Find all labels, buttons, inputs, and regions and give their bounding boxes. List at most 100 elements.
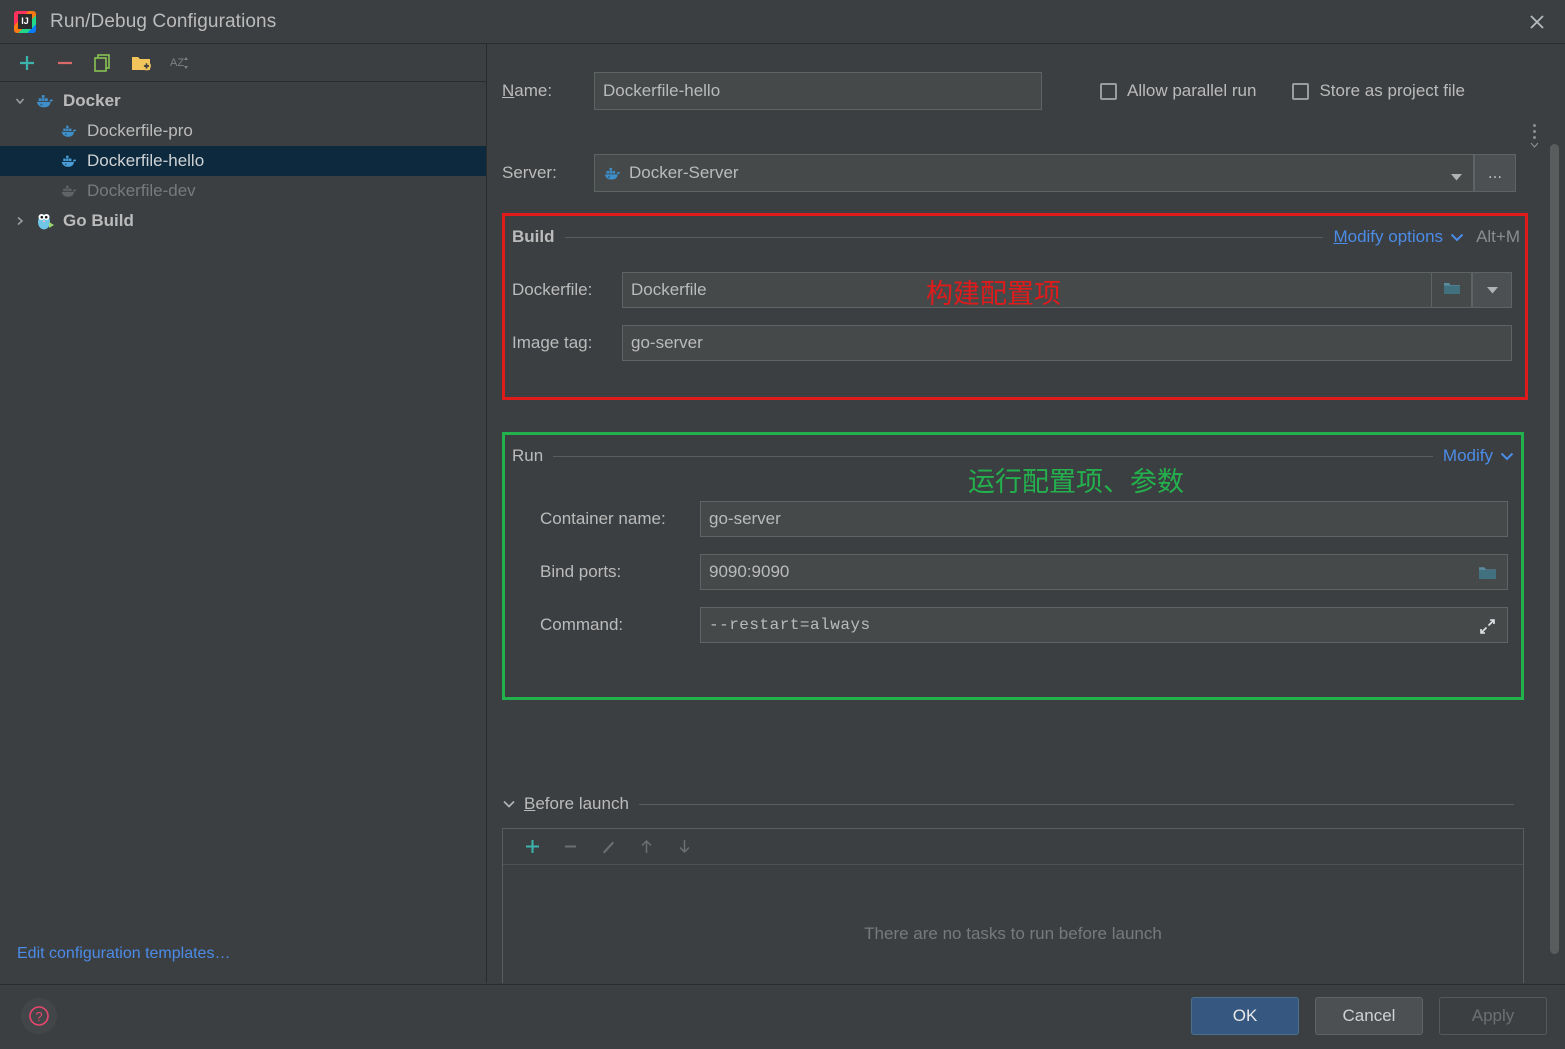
bind-ports-label: Bind ports: bbox=[540, 562, 622, 581]
folder-icon[interactable] bbox=[1478, 564, 1497, 586]
tree-item-dockerfile-pro[interactable]: Dockerfile-pro bbox=[0, 116, 486, 146]
run-debug-configurations-dialog: Run/Debug Configurations bbox=[0, 0, 1565, 1049]
chevron-down-icon[interactable] bbox=[1450, 233, 1464, 242]
command-label: Command: bbox=[540, 615, 624, 634]
image-tag-row: Image tag: go-server bbox=[512, 325, 1512, 361]
bind-ports-value: 9090:9090 bbox=[709, 562, 790, 581]
dialog-buttons: OK Cancel Apply bbox=[1191, 997, 1547, 1035]
edit-configuration-templates-link[interactable]: Edit configuration templates… bbox=[17, 945, 230, 963]
command-input[interactable]: --restart=always bbox=[700, 607, 1508, 643]
tree-item-label: Dockerfile-hello bbox=[87, 151, 205, 170]
modify-options-shortcut: Alt+M bbox=[1476, 227, 1520, 246]
move-task-up-button bbox=[627, 831, 665, 863]
configuration-editor-panel: Name: Dockerfile-hello Allow parallel ru… bbox=[488, 44, 1565, 983]
run-section-title: Run bbox=[512, 446, 544, 465]
help-icon[interactable]: ? bbox=[21, 998, 57, 1034]
before-launch-toolbar bbox=[503, 829, 1523, 865]
bind-ports-row: Bind ports: 9090:9090 bbox=[540, 554, 1508, 590]
folder-icon bbox=[1443, 280, 1461, 301]
svg-text:AZ: AZ bbox=[170, 57, 184, 69]
go-gopher-icon bbox=[32, 210, 58, 232]
build-annotation-text: 构建配置项 bbox=[926, 279, 1061, 310]
server-browse-button[interactable]: ... bbox=[1474, 154, 1516, 192]
dockerfile-browse-button[interactable] bbox=[1432, 272, 1472, 308]
tree-item-label: Docker bbox=[63, 91, 121, 110]
server-value: Docker-Server bbox=[629, 163, 739, 182]
window-title: Run/Debug Configurations bbox=[50, 10, 277, 32]
new-folder-button[interactable] bbox=[122, 46, 160, 80]
command-row: Command: --restart=always bbox=[540, 607, 1508, 643]
more-options-icon[interactable] bbox=[1525, 122, 1543, 148]
tree-item-dockerfile-hello[interactable]: Dockerfile-hello bbox=[0, 146, 486, 176]
docker-icon bbox=[32, 91, 58, 111]
docker-icon bbox=[56, 152, 82, 170]
build-section-header: Build Modify options Alt+M bbox=[512, 227, 1520, 247]
allow-parallel-run-label: Allow parallel run bbox=[1127, 81, 1257, 100]
checkbox-box[interactable] bbox=[1100, 82, 1117, 100]
container-name-row: Container name: go-server bbox=[540, 501, 1508, 537]
sidebar-toolbar: AZ bbox=[0, 44, 486, 82]
store-as-project-file-checkbox[interactable]: Store as project file bbox=[1292, 81, 1465, 101]
copy-configuration-button[interactable] bbox=[84, 46, 122, 80]
chevron-down-icon bbox=[1486, 280, 1499, 300]
add-configuration-button[interactable] bbox=[8, 46, 46, 80]
expand-icon[interactable] bbox=[1478, 617, 1497, 641]
build-section-title: Build bbox=[512, 227, 555, 246]
docker-icon bbox=[56, 122, 82, 140]
tree-item-label: Go Build bbox=[63, 211, 134, 230]
checkbox-box[interactable] bbox=[1292, 82, 1310, 100]
before-launch-tasks-panel: There are no tasks to run before launch bbox=[502, 828, 1524, 983]
command-value: --restart=always bbox=[709, 616, 871, 634]
docker-icon bbox=[603, 164, 622, 183]
remove-task-button bbox=[551, 831, 589, 863]
apply-button[interactable]: Apply bbox=[1439, 997, 1547, 1035]
tree-group-docker[interactable]: Docker bbox=[0, 86, 486, 116]
tree-item-label: Dockerfile-pro bbox=[87, 121, 193, 140]
bind-ports-input[interactable]: 9090:9090 bbox=[700, 554, 1508, 590]
container-name-label: Container name: bbox=[540, 509, 666, 528]
close-icon[interactable] bbox=[1509, 0, 1565, 43]
name-label: Name: bbox=[502, 81, 553, 100]
intellij-idea-icon bbox=[14, 10, 36, 33]
chevron-down-icon[interactable] bbox=[1450, 167, 1463, 187]
tree-item-dockerfile-dev[interactable]: Dockerfile-dev bbox=[0, 176, 486, 206]
scrollbar-thumb[interactable] bbox=[1550, 144, 1559, 954]
before-launch-header[interactable]: Before launch bbox=[502, 794, 1524, 814]
chevron-down-icon[interactable] bbox=[8, 86, 32, 116]
image-tag-input[interactable]: go-server bbox=[622, 325, 1512, 361]
docker-icon bbox=[56, 182, 82, 200]
section-divider bbox=[564, 236, 1324, 238]
move-task-down-button bbox=[665, 831, 703, 863]
sort-alphabetically-icon[interactable]: AZ bbox=[160, 46, 198, 80]
name-input[interactable]: Dockerfile-hello bbox=[594, 72, 1042, 110]
configurations-sidebar: AZ Docker Dockerfile-pro Dockerfile-hell… bbox=[0, 44, 487, 983]
allow-parallel-run-checkbox[interactable]: Allow parallel run bbox=[1100, 81, 1256, 101]
remove-configuration-button[interactable] bbox=[46, 46, 84, 80]
before-launch-title: Before launch bbox=[524, 794, 629, 813]
section-divider bbox=[638, 803, 1514, 805]
tree-item-label: Dockerfile-dev bbox=[87, 181, 196, 200]
configurations-tree: Docker Dockerfile-pro Dockerfile-hello D… bbox=[0, 82, 486, 236]
modify-options-link[interactable]: Modify options bbox=[1333, 227, 1443, 247]
dockerfile-history-button[interactable] bbox=[1472, 272, 1512, 308]
dockerfile-label: Dockerfile: bbox=[512, 280, 593, 299]
tree-group-go-build[interactable]: Go Build bbox=[0, 206, 486, 236]
server-row: Server: Docker-Server ... bbox=[502, 154, 1542, 192]
svg-text:?: ? bbox=[35, 1009, 42, 1024]
ok-button[interactable]: OK bbox=[1191, 997, 1299, 1035]
vertical-scrollbar[interactable] bbox=[1550, 144, 1559, 983]
chevron-down-icon[interactable] bbox=[502, 799, 516, 809]
cancel-button[interactable]: Cancel bbox=[1315, 997, 1423, 1035]
pencil-icon bbox=[589, 831, 627, 863]
chevron-down-icon[interactable] bbox=[1500, 452, 1514, 461]
server-label: Server: bbox=[502, 163, 557, 182]
run-annotation-text: 运行配置项、参数 bbox=[968, 467, 1184, 498]
image-tag-label: Image tag: bbox=[512, 333, 593, 352]
modify-link[interactable]: Modify bbox=[1443, 446, 1493, 466]
server-combobox[interactable]: Docker-Server bbox=[594, 154, 1474, 192]
container-name-input[interactable]: go-server bbox=[700, 501, 1508, 537]
chevron-right-icon[interactable] bbox=[8, 206, 32, 236]
add-task-button[interactable] bbox=[513, 831, 551, 863]
section-divider bbox=[553, 455, 1433, 457]
title-bar: Run/Debug Configurations bbox=[0, 0, 1565, 44]
